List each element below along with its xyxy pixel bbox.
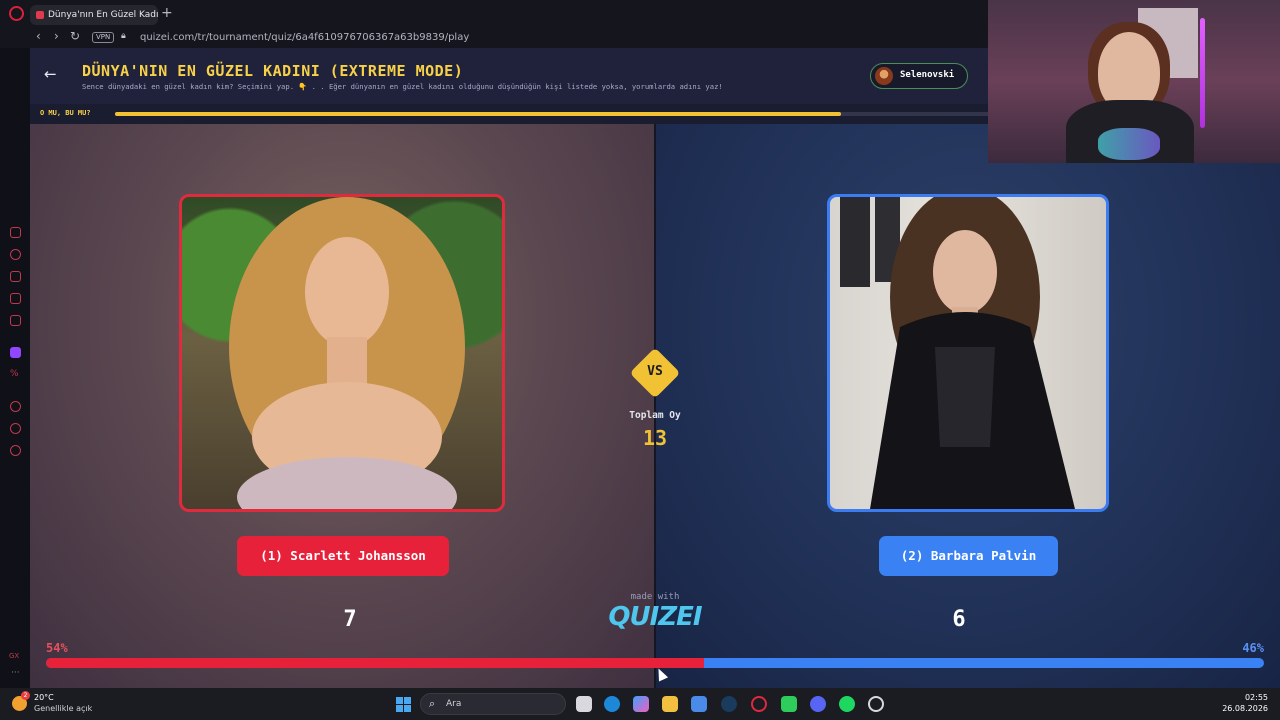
back-nav-icon[interactable]: ‹ bbox=[36, 29, 41, 43]
weather-temp[interactable]: 20°C bbox=[34, 693, 54, 702]
browser-tab[interactable]: Dünya'nın En Güzel Kadını × bbox=[30, 5, 158, 25]
search-placeholder: Ara bbox=[446, 699, 462, 709]
arrow-left-icon[interactable]: ← bbox=[44, 65, 57, 83]
tab-favicon-icon bbox=[36, 11, 44, 19]
opera-gx-icon[interactable] bbox=[751, 696, 767, 712]
lock-icon[interactable]: 🔒︎ bbox=[121, 31, 126, 41]
opera-logo-icon[interactable] bbox=[9, 6, 24, 21]
file-explorer-icon[interactable] bbox=[662, 696, 678, 712]
taskbar: 2 20°C Genellikle açık ⌕ Ara 02:55 26.08… bbox=[0, 688, 1280, 720]
right-percent: 46% bbox=[1242, 641, 1264, 655]
copilot-icon[interactable] bbox=[633, 696, 649, 712]
quizei-logo[interactable]: QUIZEI bbox=[590, 602, 720, 632]
quiz-subtitle: Sence dünyadaki en güzel kadın kim? Seçi… bbox=[82, 82, 723, 91]
weather-desc[interactable]: Genellikle açık bbox=[34, 704, 92, 713]
sidebar-play-icon[interactable] bbox=[10, 401, 21, 412]
left-contestant-photo[interactable] bbox=[179, 194, 505, 512]
vpn-badge[interactable]: VPN bbox=[92, 32, 115, 43]
sidebar-mail-icon[interactable] bbox=[10, 315, 21, 326]
sidebar-percent-icon[interactable]: % bbox=[10, 369, 21, 380]
user-chip[interactable]: Selenovski bbox=[870, 63, 968, 89]
sidebar-refresh-icon[interactable] bbox=[10, 249, 21, 260]
webcam-person-shirt-print bbox=[1098, 128, 1160, 160]
total-votes-label: Toplam Oy bbox=[629, 410, 681, 421]
vote-split-bar bbox=[46, 658, 1264, 668]
progress-track bbox=[115, 112, 990, 116]
total-votes-value: 13 bbox=[642, 426, 668, 450]
forward-nav-icon[interactable]: › bbox=[54, 29, 59, 43]
made-with-label: made with bbox=[630, 592, 680, 602]
avatar bbox=[875, 67, 893, 85]
webcam-neon-lamp bbox=[1200, 18, 1205, 128]
vote-arena: VS Toplam Oy 13 (1) Scarlett Johansson (… bbox=[30, 124, 1280, 688]
round-label: O MU, BU MU? bbox=[40, 109, 91, 117]
vs-label: VS bbox=[647, 364, 663, 379]
left-portrait-illustration bbox=[229, 197, 465, 509]
sidebar-settings-icon[interactable] bbox=[10, 445, 21, 456]
sidebar-history-icon[interactable] bbox=[10, 423, 21, 434]
left-percent: 54% bbox=[46, 641, 68, 655]
whatsapp-icon[interactable] bbox=[781, 696, 797, 712]
new-tab-button[interactable]: + bbox=[161, 5, 173, 21]
left-vote-count: 7 bbox=[343, 607, 357, 632]
search-icon: ⌕ bbox=[429, 697, 436, 710]
taskbar-search[interactable]: ⌕ Ara bbox=[420, 693, 566, 715]
user-name: Selenovski bbox=[900, 70, 955, 80]
right-contestant-photo[interactable] bbox=[827, 194, 1109, 512]
browser-sidebar: % GX ··· bbox=[0, 48, 30, 688]
clock-time[interactable]: 02:55 bbox=[1240, 693, 1268, 702]
windows-start-icon[interactable] bbox=[396, 697, 411, 712]
reload-icon[interactable]: ↻ bbox=[70, 29, 80, 43]
webcam-overlay bbox=[988, 0, 1280, 163]
url-field[interactable]: quizei.com/tr/tournament/quiz/6a4f610976… bbox=[140, 32, 469, 43]
choice-button-right[interactable]: (2) Barbara Palvin bbox=[879, 536, 1058, 576]
sidebar-more-icon[interactable]: ··· bbox=[11, 668, 20, 678]
right-vote-count: 6 bbox=[952, 607, 966, 632]
vote-split-left bbox=[46, 658, 704, 668]
sidebar-player-icon[interactable] bbox=[10, 271, 21, 282]
clock-date[interactable]: 26.08.2026 bbox=[1222, 704, 1268, 713]
right-portrait-illustration bbox=[840, 197, 1075, 509]
sidebar-messenger-icon[interactable] bbox=[10, 293, 21, 304]
steam-icon[interactable] bbox=[721, 696, 737, 712]
sidebar-aria-icon[interactable] bbox=[10, 227, 21, 238]
spotify-icon[interactable] bbox=[839, 696, 855, 712]
choice-button-left[interactable]: (1) Scarlett Johansson bbox=[237, 536, 449, 576]
sidebar-twitch-icon[interactable] bbox=[10, 347, 21, 358]
discord-icon[interactable] bbox=[810, 696, 826, 712]
tab-title: Dünya'nın En Güzel Kadını bbox=[48, 10, 158, 20]
progress-fill bbox=[115, 112, 842, 116]
edge-icon[interactable] bbox=[604, 696, 620, 712]
weather-badge: 2 bbox=[21, 691, 30, 700]
obs-icon[interactable] bbox=[868, 696, 884, 712]
store-icon[interactable] bbox=[691, 696, 707, 712]
task-view-icon[interactable] bbox=[576, 696, 592, 712]
sidebar-gx-icon[interactable]: GX bbox=[9, 652, 19, 660]
quiz-title: DÜNYA'NIN EN GÜZEL KADINI (EXTREME MODE) bbox=[82, 62, 464, 80]
